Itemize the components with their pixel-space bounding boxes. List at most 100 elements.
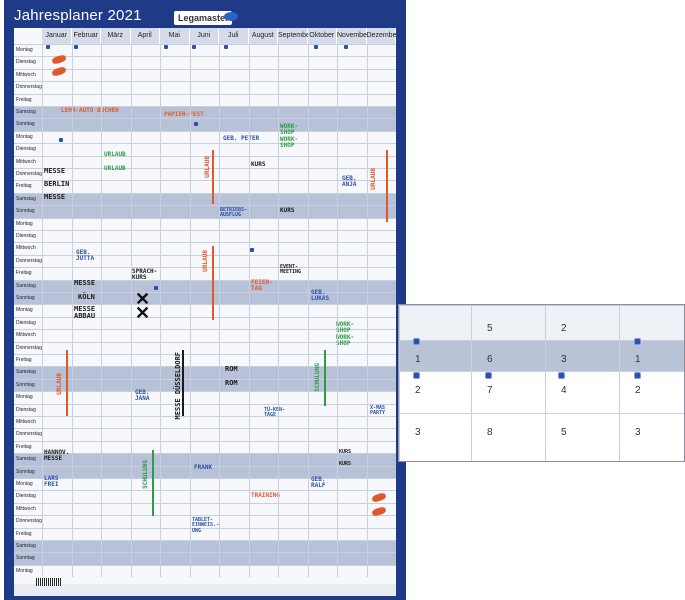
month-header-juni: Juni bbox=[189, 28, 219, 44]
month-divider bbox=[189, 44, 191, 578]
inset-day-number: 2 bbox=[561, 323, 567, 334]
note-tuerkei: TÜ-KEN-TAGE bbox=[264, 407, 286, 419]
note-geb-jana: GEB. JANA bbox=[135, 389, 150, 403]
inset-day-number: 2 bbox=[415, 385, 421, 396]
inset-day-number: 8 bbox=[487, 427, 493, 438]
month-header-mai: Mai bbox=[160, 28, 190, 44]
day-name-label: Montag bbox=[16, 307, 33, 314]
month-divider bbox=[307, 44, 309, 578]
inset-day-number: 7 bbox=[487, 385, 493, 396]
month-divider bbox=[248, 44, 250, 578]
month-divider bbox=[337, 44, 338, 578]
day-name-label: Samstag bbox=[16, 109, 36, 115]
note-xmas: X-MAS PARTY bbox=[370, 405, 386, 417]
note-papier: PAPIER-FEST bbox=[164, 111, 204, 118]
day-name-label: Dienstag bbox=[16, 406, 36, 413]
note-messe-duesseldorf: MESSE DÜSSELDORF bbox=[174, 352, 182, 420]
note-workshop-2: WORK-SHOP WORK-SHOP bbox=[336, 321, 355, 347]
note-hannover-messe: HANNOV. MESSE bbox=[44, 449, 70, 463]
inset-day-number: 5 bbox=[487, 323, 493, 334]
day-name-label: Dienstag bbox=[16, 493, 36, 500]
zoom-inset: 5 2 1 6 3 1 2 7 4 2 3 8 5 3 bbox=[398, 304, 685, 462]
day-name-label: Freitag bbox=[16, 530, 32, 537]
day-name-label: Dienstag bbox=[16, 59, 36, 66]
magnet-marker-icon bbox=[46, 45, 50, 49]
day-name-label: Samstag bbox=[16, 195, 36, 202]
inset-row bbox=[399, 413, 684, 453]
inset-magnet-icon bbox=[634, 372, 641, 379]
day-name-label: Montag bbox=[16, 394, 33, 401]
note-kurs-2: KURS bbox=[280, 207, 295, 214]
calendar-grid: Januar Februar März April Mai Juni Juli … bbox=[14, 28, 396, 584]
note-lars-frei: LARS FREI bbox=[44, 475, 59, 489]
inset-day-number: 3 bbox=[561, 354, 567, 365]
day-name-label: Mittwoch bbox=[16, 245, 36, 252]
magnet-marker-icon bbox=[250, 248, 254, 252]
day-name-label: Freitag bbox=[16, 443, 32, 450]
day-name-label: Montag bbox=[16, 567, 33, 574]
month-divider bbox=[219, 44, 220, 578]
urlaub-bar bbox=[212, 150, 214, 204]
inset-magnet-icon bbox=[413, 372, 420, 379]
note-messe-3: MESSE bbox=[74, 279, 96, 287]
day-name-label: Samstag bbox=[16, 543, 36, 549]
day-name-label: Dienstag bbox=[16, 146, 36, 153]
month-header-april: April bbox=[130, 28, 160, 44]
month-header-juli: Juli bbox=[219, 28, 249, 44]
day-name-label: Mittwoch bbox=[16, 71, 36, 78]
inset-magnet-icon bbox=[558, 372, 565, 379]
schulung-bar bbox=[324, 350, 326, 406]
note-messe-1: MESSE bbox=[44, 167, 66, 175]
note-kurs-1: KURS bbox=[251, 161, 266, 168]
poster-footer bbox=[14, 584, 396, 596]
note-rom-2: ROM bbox=[225, 379, 238, 387]
day-name-label: Donnerstag bbox=[16, 344, 42, 351]
month-header-februar: Februar bbox=[71, 28, 101, 44]
brand-name: Legamaster bbox=[178, 13, 229, 23]
month-header-august: August bbox=[248, 28, 278, 44]
inset-day-number: 1 bbox=[635, 354, 641, 365]
day-name-label: Mittwoch bbox=[16, 332, 36, 339]
inset-day-number: 2 bbox=[635, 385, 641, 396]
barcode bbox=[36, 578, 62, 586]
day-name-label: Samstag bbox=[16, 369, 36, 376]
day-name-label: Donnerstag bbox=[16, 518, 42, 525]
note-rom-1: ROM bbox=[225, 365, 238, 373]
month-divider bbox=[42, 44, 43, 578]
month-header-oktober: Oktober bbox=[307, 28, 337, 44]
month-divider bbox=[101, 44, 102, 578]
note-kurs-4: KURS bbox=[339, 461, 352, 467]
day-name-label: Freitag bbox=[16, 270, 32, 277]
day-name-label: Dienstag bbox=[16, 233, 36, 239]
month-divider bbox=[278, 44, 279, 578]
note-lehrauto: LEHR-AUTO BUCHEN bbox=[61, 107, 119, 114]
inset-magnet-icon bbox=[413, 338, 420, 345]
month-divider bbox=[366, 44, 368, 578]
magnet-marker-icon bbox=[192, 45, 196, 49]
note-kurs-3: KURS bbox=[339, 449, 352, 455]
day-name-label: Donnerstag bbox=[16, 431, 42, 438]
inset-day-number: 6 bbox=[487, 354, 493, 365]
magnet-marker-icon bbox=[154, 286, 158, 290]
note-urlaub-dez: URLAUB bbox=[370, 168, 377, 190]
magnet-marker-icon bbox=[224, 45, 228, 49]
note-frank: FRANK bbox=[194, 464, 213, 471]
note-geb-lukas: GEB. LUKAS bbox=[311, 289, 330, 303]
magnet-marker-icon bbox=[59, 138, 63, 142]
inset-row bbox=[399, 305, 684, 340]
urlaub-bar bbox=[386, 150, 388, 222]
urlaub-bar bbox=[66, 350, 68, 416]
note-sprachkurs: SPRACH-KURS bbox=[132, 268, 158, 282]
day-name-label: Sonntag bbox=[16, 208, 35, 215]
note-betriebsausflug: BETRIEBS-AUSFLUG bbox=[220, 207, 248, 219]
magnet-marker-icon bbox=[314, 45, 318, 49]
day-name-label: Mittwoch bbox=[16, 158, 36, 165]
month-header-maerz: März bbox=[101, 28, 131, 44]
day-name-label: Montag bbox=[16, 220, 33, 227]
inset-row bbox=[399, 340, 684, 371]
inset-day-number: 1 bbox=[415, 354, 421, 365]
day-name-label: Sonntag bbox=[16, 555, 35, 562]
inset-magnet-icon bbox=[485, 372, 492, 379]
day-name-label: Sonntag bbox=[16, 381, 35, 388]
note-training: TRAINING bbox=[251, 492, 280, 499]
